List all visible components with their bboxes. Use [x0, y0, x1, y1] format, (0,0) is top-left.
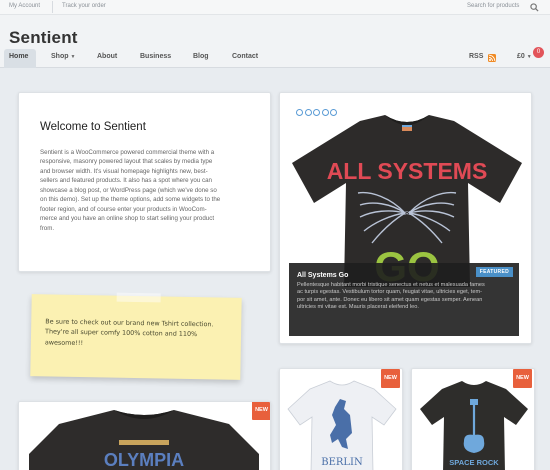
welcome-line: and browser width. It's visual homepage …: [40, 167, 208, 175]
olympia-shirt-text: OLYMPIA: [104, 450, 184, 470]
search-icon[interactable]: [530, 3, 539, 12]
top-utility-bar: My Account Track your order Search for p…: [0, 0, 550, 15]
welcome-line: responsive, masonry powered layout that …: [40, 158, 213, 166]
welcome-text: Sentient is a WooCommerce powered commer…: [40, 148, 252, 233]
nav-shop[interactable]: Shop ▼: [51, 53, 75, 60]
sticky-note: Be sure to check out our brand new Tshir…: [30, 292, 242, 380]
site-header: Sentient Home Shop ▼ About Business Blog …: [0, 15, 550, 68]
topbar-divider: [52, 1, 53, 13]
featured-line: por sit amet, ante. Donec eu libero sit …: [297, 296, 483, 303]
nav-about[interactable]: About: [97, 53, 117, 60]
featured-badge: FEATURED: [475, 267, 513, 277]
shirt-text-top: ALL SYSTEMS: [327, 158, 488, 184]
chevron-down-icon: ▼: [70, 54, 76, 60]
welcome-line: Sentient is a WooCommerce powered commer…: [40, 149, 215, 156]
my-account-link[interactable]: My Account: [9, 3, 40, 9]
nav-shop-label: Shop: [51, 53, 69, 60]
welcome-line: from.: [40, 224, 55, 232]
featured-line: ultricies mi vitae est. Mauris placerat …: [297, 303, 419, 310]
welcome-line: on this demo). Set up the theme options,…: [40, 196, 221, 204]
welcome-line: sellers and featured products. It also h…: [40, 177, 212, 185]
welcome-line: footer region, and of course enter your …: [40, 205, 207, 213]
cart-total[interactable]: £0 ▼: [517, 53, 532, 60]
nav-business[interactable]: Business: [140, 53, 171, 60]
shirt-text-mid: ARE: [402, 211, 413, 217]
berlin-shirt-text: BERLIN: [321, 457, 363, 468]
track-order-link[interactable]: Track your order: [62, 3, 106, 9]
featured-line: Pellentesque habitant morbi tristique se…: [297, 282, 485, 288]
note-line: awesome!!!: [44, 338, 84, 347]
welcome-card: Welcome to Sentient Sentient is a WooCom…: [18, 92, 271, 272]
space-rock-shirt-text: SPACE ROCK: [449, 458, 499, 467]
sticky-note-tape: [116, 292, 161, 303]
product-card-berlin[interactable]: BERLIN NEW: [279, 368, 403, 470]
welcome-line: showcase a blog post, or WordPress page …: [40, 186, 217, 194]
rss-link[interactable]: RSS: [469, 53, 483, 60]
nav-blog[interactable]: Blog: [193, 53, 209, 60]
site-title[interactable]: Sentient: [9, 28, 78, 48]
product-card-olympia[interactable]: NEW OLYMPIA: [18, 401, 271, 470]
product-image-olympia[interactable]: OLYMPIA: [19, 406, 271, 470]
new-badge: NEW: [381, 369, 400, 388]
welcome-title: Welcome to Sentient: [40, 121, 146, 133]
sticky-note-text: Be sure to check out our brand new Tshir…: [45, 316, 231, 350]
slider-pagination: [296, 103, 339, 116]
nav-contact[interactable]: Contact: [232, 53, 258, 60]
featured-slider[interactable]: ALL SYSTEMS ARE GO All Systems Go FEATUR…: [279, 92, 532, 344]
featured-line: ac turpis egestas. Vestibulum tortor qua…: [297, 289, 482, 296]
new-badge: NEW: [513, 369, 532, 388]
welcome-line: merce and you have an online shop to sta…: [40, 215, 215, 223]
cart-count-badge: 0: [533, 47, 544, 58]
cart-total-value: £0: [517, 53, 525, 60]
featured-caption: All Systems Go FEATURED Pellentesque hab…: [289, 263, 519, 336]
product-card-space-rock[interactable]: SPACE ROCK NEW: [411, 368, 535, 470]
chevron-down-icon: ▼: [526, 54, 532, 60]
featured-description: Pellentesque habitant morbi tristique se…: [297, 282, 511, 311]
rss-icon[interactable]: [488, 54, 496, 62]
search-input[interactable]: Search for products: [467, 3, 519, 9]
nav-home[interactable]: Home: [4, 49, 36, 68]
